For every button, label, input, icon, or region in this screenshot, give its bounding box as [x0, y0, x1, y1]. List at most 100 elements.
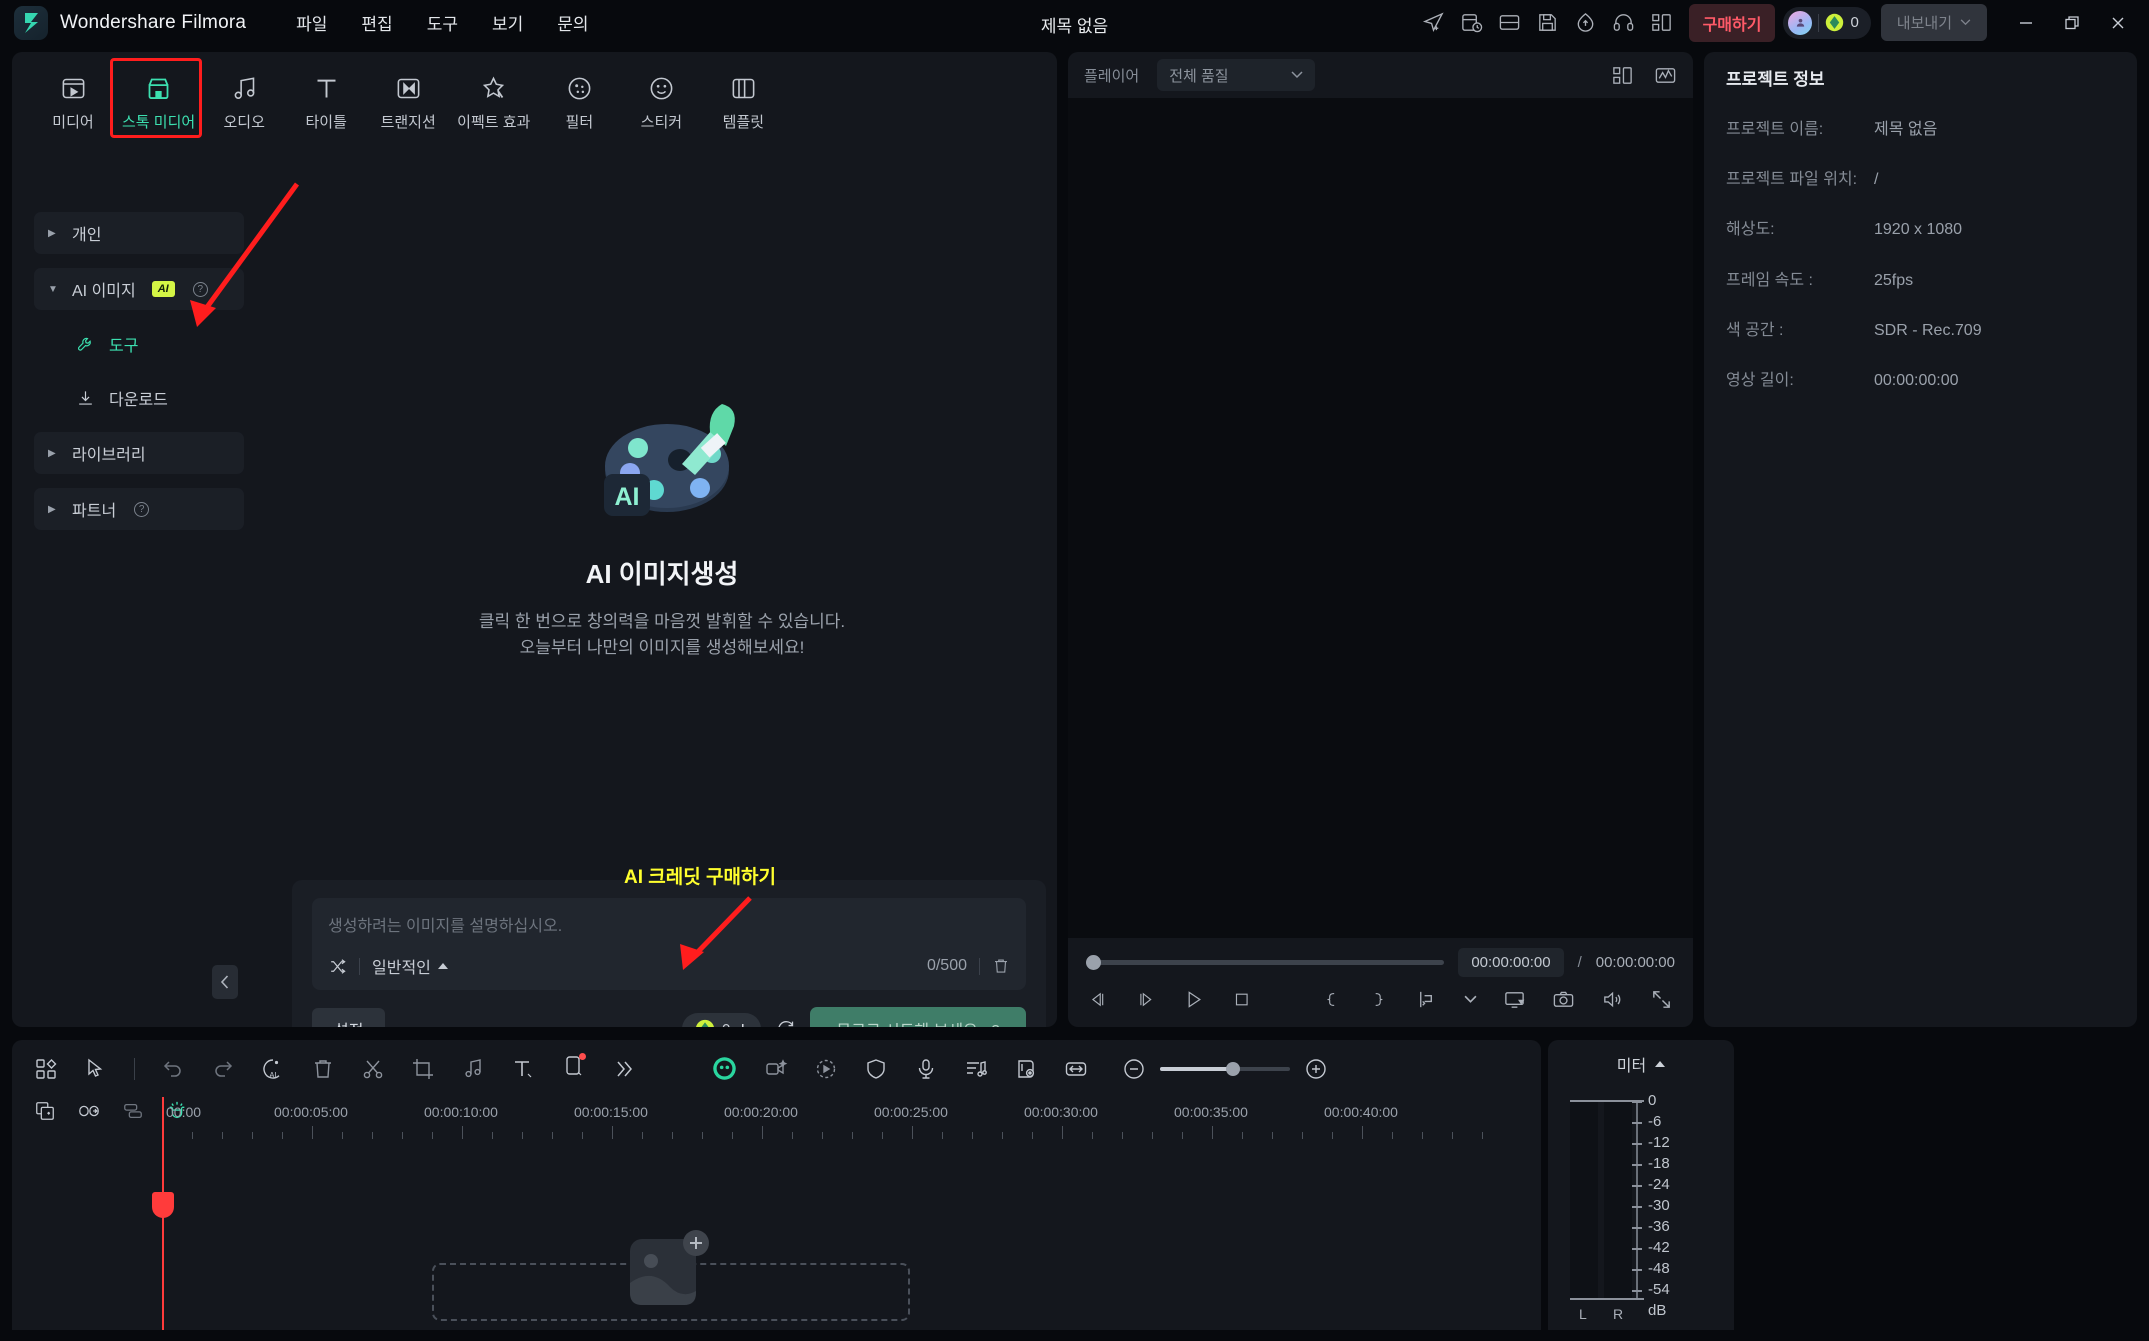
video-effect-icon[interactable]	[764, 1057, 788, 1081]
menu-view[interactable]: 보기	[492, 10, 523, 35]
page-title: AI 이미지생성	[585, 559, 739, 589]
stop-icon[interactable]	[1232, 988, 1252, 1011]
minimize-button[interactable]	[2003, 0, 2049, 45]
credit-buy-pill[interactable]: 0 +	[681, 1013, 762, 1027]
current-timecode[interactable]: 00:00:00:00	[1458, 948, 1564, 977]
tab-sticker[interactable]: 스티커	[620, 66, 702, 140]
buy-button[interactable]: 구매하기	[1688, 3, 1776, 42]
tab-effects[interactable]: 이펙트 효과	[449, 66, 538, 140]
grid-apps-icon[interactable]	[1643, 0, 1681, 45]
timeline-clock-icon[interactable]	[1453, 0, 1491, 45]
shuffle-icon[interactable]	[328, 957, 347, 976]
tree-item-tools[interactable]: 도구	[34, 324, 244, 364]
cut-icon[interactable]	[361, 1057, 385, 1081]
headset-support-icon[interactable]	[1605, 0, 1643, 45]
tab-audio[interactable]: 오디오	[203, 66, 285, 140]
refresh-icon[interactable]	[775, 1019, 796, 1028]
mark-in-icon[interactable]	[1323, 988, 1341, 1011]
crop-icon[interactable]	[411, 1057, 435, 1081]
maximize-button[interactable]	[2049, 0, 2095, 45]
shield-icon[interactable]	[864, 1057, 888, 1081]
select-cursor-icon[interactable]	[84, 1057, 108, 1081]
playhead-handle[interactable]	[152, 1192, 174, 1218]
playback-scrubber[interactable]	[1086, 955, 1445, 970]
help-icon[interactable]: ?	[192, 281, 208, 297]
quality-dropdown[interactable]: 전체 품질	[1157, 59, 1316, 91]
send-icon[interactable]	[1415, 0, 1453, 45]
ruler-label: 00:00:35:00	[1174, 1104, 1248, 1120]
tree-item-personal[interactable]: ▶ 개인	[34, 212, 244, 254]
save-icon[interactable]	[1529, 0, 1567, 45]
add-track-icon[interactable]	[34, 1100, 56, 1122]
help-icon[interactable]: ?	[134, 501, 150, 517]
playhead[interactable]	[152, 1097, 174, 1330]
tree-item-partner[interactable]: ▶ 파트너 ?	[34, 488, 244, 530]
timeline-track-area[interactable]: 1 비디오 1	[12, 1139, 1541, 1330]
tree-item-library[interactable]: ▶ 라이브러리	[34, 432, 244, 474]
split-icon[interactable]	[1415, 988, 1438, 1011]
audio-mixer-icon[interactable]	[964, 1057, 988, 1081]
prev-frame-icon[interactable]	[1088, 988, 1108, 1011]
playback-icon[interactable]	[814, 1057, 838, 1081]
ai-avatar-icon[interactable]	[711, 1055, 738, 1082]
ai-smart-icon[interactable]: AI	[261, 1057, 285, 1081]
meter-bar-left	[1570, 1102, 1598, 1298]
snapshot-icon[interactable]	[1552, 988, 1575, 1011]
mic-icon[interactable]	[914, 1057, 938, 1081]
add-media-placeholder-icon[interactable]	[622, 1225, 718, 1317]
info-row-resolution: 해상도: 1920 x 1080	[1726, 218, 2115, 241]
timeline-ruler[interactable]: 00:00 00:00:05:00 00:00:10:00 00:00:15:0…	[162, 1097, 1541, 1139]
collapse-panel-button[interactable]	[212, 965, 238, 999]
text-icon[interactable]	[511, 1057, 535, 1081]
mark-out-icon[interactable]	[1369, 988, 1387, 1011]
menu-tools[interactable]: 도구	[427, 10, 458, 35]
menu-contact[interactable]: 문의	[557, 10, 588, 35]
try-free-button[interactable]: 무료로 시도해 보세요 : 2	[810, 1007, 1026, 1027]
tab-transition[interactable]: 트랜지션	[367, 66, 449, 140]
tab-filter[interactable]: 필터	[538, 66, 620, 140]
export-button[interactable]: 내보내기	[1880, 4, 1987, 41]
tab-media[interactable]: 미디어	[32, 66, 114, 140]
screen-icon[interactable]	[1503, 988, 1526, 1011]
grid-tool-icon[interactable]	[34, 1057, 58, 1081]
tree-item-download[interactable]: 다운로드	[34, 378, 244, 418]
scrubber-handle[interactable]	[1086, 955, 1101, 970]
preview-stage[interactable]	[1068, 98, 1693, 938]
zoom-slider-handle[interactable]	[1226, 1061, 1240, 1076]
next-frame-icon[interactable]	[1136, 988, 1156, 1011]
markers-icon[interactable]	[122, 1100, 144, 1122]
layout-icon[interactable]	[1491, 0, 1529, 45]
tab-stock-media[interactable]: 스톡 미디어	[114, 66, 203, 140]
settings-button[interactable]: 설정	[312, 1008, 386, 1027]
zoom-slider[interactable]	[1160, 1061, 1290, 1076]
delete-icon[interactable]	[311, 1057, 335, 1081]
fullscreen-icon[interactable]	[1650, 988, 1673, 1011]
marker-icon[interactable]	[1014, 1057, 1038, 1081]
menu-file[interactable]: 파일	[296, 10, 327, 35]
cloud-upload-icon[interactable]	[1567, 0, 1605, 45]
waveform-icon[interactable]	[1654, 64, 1677, 87]
chevron-down-icon[interactable]	[1464, 995, 1477, 1004]
audio-detach-icon[interactable]	[461, 1057, 485, 1081]
more-icon[interactable]	[611, 1057, 635, 1081]
redo-icon[interactable]	[211, 1057, 235, 1081]
account-credits[interactable]: 0	[1783, 6, 1871, 39]
link-icon[interactable]	[78, 1100, 100, 1122]
undo-icon[interactable]	[161, 1057, 185, 1081]
ruler-label: 00:00:40:00	[1324, 1104, 1398, 1120]
close-button[interactable]	[2095, 0, 2141, 45]
meter-header[interactable]: 미터	[1548, 1040, 1734, 1088]
tab-template[interactable]: 템플릿	[702, 66, 784, 140]
play-icon[interactable]	[1183, 987, 1204, 1012]
zoom-out-icon[interactable]	[1122, 1057, 1146, 1081]
prompt-input-box[interactable]: 생성하려는 이미지를 설명하십시오. 일반적인 0/500	[312, 898, 1026, 990]
split-view-icon[interactable]	[1611, 64, 1634, 87]
volume-icon[interactable]	[1601, 988, 1624, 1011]
tab-title[interactable]: 타이틀	[285, 66, 367, 140]
trash-icon[interactable]	[992, 957, 1010, 975]
style-dropdown[interactable]: 일반적인	[372, 954, 448, 978]
tree-item-ai-image[interactable]: ▼ AI 이미지 AI ?	[34, 268, 244, 310]
menu-edit[interactable]: 편집	[361, 10, 392, 35]
fit-icon[interactable]	[1064, 1057, 1088, 1081]
zoom-in-icon[interactable]	[1304, 1057, 1328, 1081]
